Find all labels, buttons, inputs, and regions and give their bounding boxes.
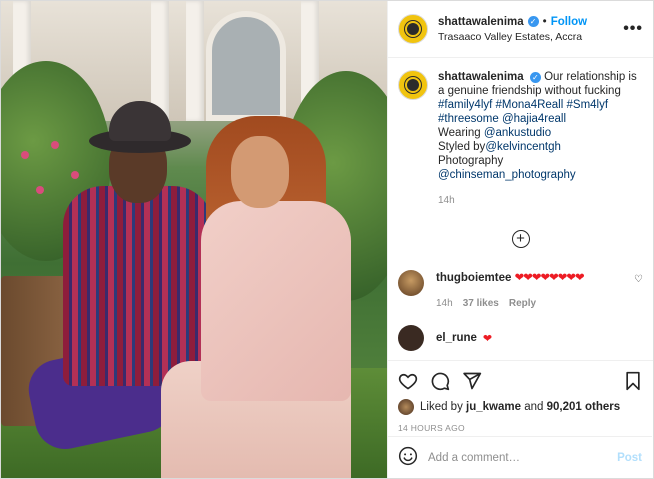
comment-time: 14h [436,298,453,309]
hashtag-link[interactable]: #Mona4Reall [496,99,564,111]
comment-text: ❤ [482,332,492,345]
caption-time: 14h [438,195,455,206]
avatar[interactable] [398,14,428,44]
hashtag-link[interactable]: #family4lyf [438,99,492,111]
comment-input[interactable] [428,451,618,464]
post-timestamp: 14 HOURS AGO [398,423,465,433]
comment-heart-icon[interactable]: ♡ [634,274,643,285]
commenter-avatar[interactable] [398,325,424,351]
caption: shattawalenima ✓ Our relationship is a g… [398,70,643,208]
comment-bubble-icon[interactable] [430,371,450,394]
woman-suit [201,201,351,401]
follow-button[interactable]: Follow [551,16,587,28]
location-link[interactable]: Trasaaco Valley Estates, Accra [438,31,623,43]
caption-avatar[interactable] [398,70,428,100]
hashtag-link[interactable]: #Sm4lyf [567,99,609,111]
liked-by: Liked by ju_kwame and 90,201 others [398,399,643,415]
load-more-comments-icon[interactable]: + [511,230,530,248]
comment-text: ❤❤❤❤❤❤❤❤ [514,272,585,284]
comments-area: shattawalenima ✓ Our relationship is a g… [388,58,653,360]
comment-likes[interactable]: 37 likes [463,298,499,309]
post-header: shattawalenima ✓ • Follow Trasaaco Valle… [388,1,653,58]
add-comment-bar: Post [388,436,652,478]
comment-item: thugboiemtee ❤❤❤❤❤❤❤❤ 14h 37 likes Reply… [398,270,643,309]
more-options-icon[interactable]: ••• [623,20,643,38]
man-suit [63,186,213,386]
verified-icon: ✓ [527,16,539,27]
post-sidebar: shattawalenima ✓ • Follow Trasaaco Valle… [387,1,653,478]
header-username[interactable]: shattawalenima [438,16,524,28]
liker-username[interactable]: ju_kwame [466,401,521,413]
liker-avatar[interactable] [398,399,414,415]
bookmark-icon[interactable] [623,371,643,394]
comment-item: el_rune ❤ [398,325,643,351]
caption-username[interactable]: shattawalenima [438,71,524,83]
mention-link[interactable]: @ankustudio [484,127,551,139]
emoji-icon[interactable] [398,446,418,469]
like-heart-icon[interactable] [398,371,418,394]
comment-username[interactable]: thugboiemtee [436,272,511,284]
post-photo[interactable] [1,1,387,478]
post-modal: shattawalenima ✓ • Follow Trasaaco Valle… [0,0,654,479]
commenter-avatar[interactable] [398,270,424,296]
mention-link[interactable]: @kelvincentgh [485,141,561,153]
comment-username[interactable]: el_rune [436,332,477,344]
share-paper-plane-icon[interactable] [462,371,482,394]
mention-link[interactable]: @hajia4reall [502,113,566,125]
reply-button[interactable]: Reply [509,298,536,309]
verified-icon: ✓ [529,72,541,83]
hashtag-link[interactable]: #threesome [438,113,499,125]
post-button[interactable]: Post [617,452,642,464]
mention-link[interactable]: @chinseman_photography [438,168,643,182]
likes-count-link[interactable]: 90,201 others [547,401,621,413]
